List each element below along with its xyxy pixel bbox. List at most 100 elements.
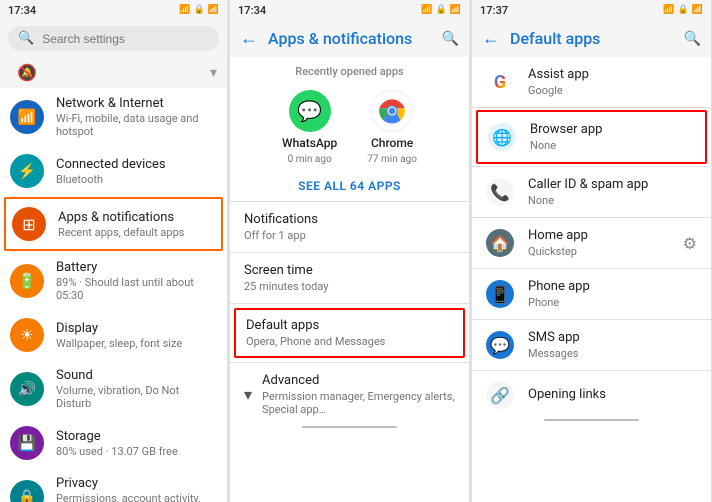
divider-da-1 (472, 107, 711, 108)
apps-sub: Recent apps, default apps (58, 226, 215, 239)
panel2-title: Apps & notifications (268, 29, 432, 48)
search-bar[interactable]: 🔍 (8, 26, 219, 51)
sound-sub: Volume, vibration, Do Not Disturb (56, 384, 217, 410)
whatsapp-name: WhatsApp (282, 136, 337, 150)
app-item-whatsapp[interactable]: 💬 WhatsApp 0 min ago (282, 90, 337, 165)
screen-time-title: Screen time (244, 263, 455, 278)
default-apps-sub: Opera, Phone and Messages (246, 335, 453, 348)
whatsapp-icon: 💬 (289, 90, 331, 132)
bluetooth-icon: ⚡ (10, 154, 44, 188)
wifi-icon: 📶 (10, 100, 44, 134)
storage-icon: 💾 (10, 426, 44, 460)
privacy-sub: Permissions, account activity, personal … (56, 492, 217, 502)
sound-icon: 🔊 (10, 372, 44, 406)
search-icon-button-2[interactable]: 🔍 (442, 31, 459, 47)
apps-icon: ⊞ (12, 207, 46, 241)
nav-header-2: ← Apps & notifications 🔍 (230, 20, 469, 57)
nav-header-3: ← Default apps 🔍 (472, 20, 711, 57)
search-icon-button-3[interactable]: 🔍 (684, 31, 701, 47)
default-apps-title: Default apps (246, 318, 453, 333)
phone-title: Phone app (528, 279, 697, 294)
google-icon: G (486, 68, 514, 96)
panel1-header: 17:34 📶 🔒 📶 🔍 🔕 ▾ (0, 0, 227, 88)
links-title: Opening links (528, 387, 697, 402)
menu-item-screen-time[interactable]: Screen time 25 minutes today (230, 253, 469, 303)
whatsapp-time: 0 min ago (288, 154, 332, 165)
see-all-apps-button[interactable]: SEE ALL 64 APPS (230, 173, 469, 201)
status-bar-2: 17:34 📶 🔒 📶 (230, 0, 469, 20)
network-sub: Wi-Fi, mobile, data usage and hotspot (56, 112, 217, 138)
home-title: Home app (528, 228, 669, 243)
apps-title: Apps & notifications (58, 210, 215, 225)
chevron-down-icon: ▾ (244, 385, 252, 404)
default-app-assist[interactable]: G Assist app Google (472, 57, 711, 107)
time-2: 17:34 (238, 4, 266, 17)
browser-title: Browser app (530, 122, 695, 137)
notifications-sub: Off for 1 app (244, 229, 455, 242)
panel-apps-notifications: 17:34 📶 🔒 📶 ← Apps & notifications 🔍 Rec… (228, 0, 470, 502)
default-app-sms[interactable]: 💬 SMS app Messages (472, 320, 711, 370)
back-button-3[interactable]: ← (482, 28, 500, 49)
sidebar-item-display[interactable]: ☀ Display Wallpaper, sleep, font size (0, 310, 227, 360)
battery-icon: 🔋 (10, 264, 44, 298)
gear-icon[interactable]: ⚙ (683, 234, 697, 253)
sms-title: SMS app (528, 330, 697, 345)
default-apps-list: G Assist app Google 🌐 Browser app None 📞 (472, 57, 711, 502)
menu-item-advanced[interactable]: ▾ Advanced Permission manager, Emergency… (230, 363, 469, 426)
status-bar-1: 17:34 📶 🔒 📶 (0, 0, 227, 20)
panel2-header: 17:34 📶 🔒 📶 ← Apps & notifications 🔍 (230, 0, 469, 57)
menu-item-notifications[interactable]: Notifications Off for 1 app (230, 202, 469, 252)
default-app-links[interactable]: 🔗 Opening links (472, 371, 711, 419)
panel3-title: Default apps (510, 29, 674, 48)
caller-icon: 📞 (486, 178, 514, 206)
storage-title: Storage (56, 429, 217, 444)
caller-title: Caller ID & spam app (528, 177, 697, 192)
sidebar-item-privacy[interactable]: 🔒 Privacy Permissions, account activity,… (0, 468, 227, 502)
menu-item-default-apps[interactable]: Default apps Opera, Phone and Messages (234, 308, 465, 358)
sidebar-item-apps[interactable]: ⊞ Apps & notifications Recent apps, defa… (4, 197, 223, 251)
app-item-chrome[interactable]: Chrome 77 min ago (367, 90, 417, 165)
battery-title: Battery (56, 260, 217, 275)
sidebar-item-storage[interactable]: 💾 Storage 80% used · 13.07 GB free (0, 418, 227, 468)
status-bar-3: 17:37 📶 🔒 📶 (472, 0, 711, 20)
sms-icon: 💬 (486, 331, 514, 359)
time-1: 17:34 (8, 4, 36, 17)
scroll-indicator-3 (544, 419, 640, 421)
back-button-2[interactable]: ← (240, 28, 258, 49)
scroll-indicator-2 (302, 426, 398, 428)
divider-3 (230, 303, 469, 304)
assist-sub: Google (528, 84, 697, 97)
apps-notifications-list: Recently opened apps 💬 WhatsApp 0 min ag… (230, 57, 469, 502)
recently-opened-label: Recently opened apps (230, 57, 469, 82)
storage-sub: 80% used · 13.07 GB free (56, 445, 217, 458)
default-app-phone[interactable]: 📱 Phone app Phone (472, 269, 711, 319)
sidebar-item-connected[interactable]: ⚡ Connected devices Bluetooth (0, 146, 227, 196)
chevron-icon: ▾ (210, 65, 217, 81)
status-icons-2: 📶 🔒 📶 (421, 5, 461, 15)
settings-list: 📶 Network & Internet Wi-Fi, mobile, data… (0, 88, 227, 502)
recently-opened-apps: 💬 WhatsApp 0 min ago (230, 82, 469, 173)
sidebar-item-network[interactable]: 📶 Network & Internet Wi-Fi, mobile, data… (0, 88, 227, 146)
display-icon: ☀ (10, 318, 44, 352)
phone-icon: 📱 (486, 280, 514, 308)
time-3: 17:37 (480, 4, 508, 17)
home-sub: Quickstep (528, 245, 669, 258)
sms-sub: Messages (528, 347, 697, 360)
panel-settings: 17:34 📶 🔒 📶 🔍 🔕 ▾ 📶 Network & Internet (0, 0, 228, 502)
sidebar-item-sound[interactable]: 🔊 Sound Volume, vibration, Do Not Distur… (0, 360, 227, 418)
default-app-browser[interactable]: 🌐 Browser app None (476, 110, 707, 164)
mute-icon: 🔕 (10, 63, 44, 82)
default-app-caller[interactable]: 📞 Caller ID & spam app None (472, 167, 711, 217)
browser-sub: None (530, 139, 695, 152)
chrome-svg-icon (378, 97, 406, 125)
screen-time-sub: 25 minutes today (244, 280, 455, 293)
caller-sub: None (528, 194, 697, 207)
connected-title: Connected devices (56, 157, 217, 172)
display-sub: Wallpaper, sleep, font size (56, 337, 217, 350)
sidebar-item-battery[interactable]: 🔋 Battery 89% · Should last until about … (0, 252, 227, 310)
panel-default-apps: 17:37 📶 🔒 📶 ← Default apps 🔍 G Assist ap… (470, 0, 712, 502)
search-input[interactable] (42, 32, 209, 46)
notifications-title: Notifications (244, 212, 455, 227)
default-app-home[interactable]: 🏠 Home app Quickstep ⚙ (472, 218, 711, 268)
phone-sub: Phone (528, 296, 697, 309)
